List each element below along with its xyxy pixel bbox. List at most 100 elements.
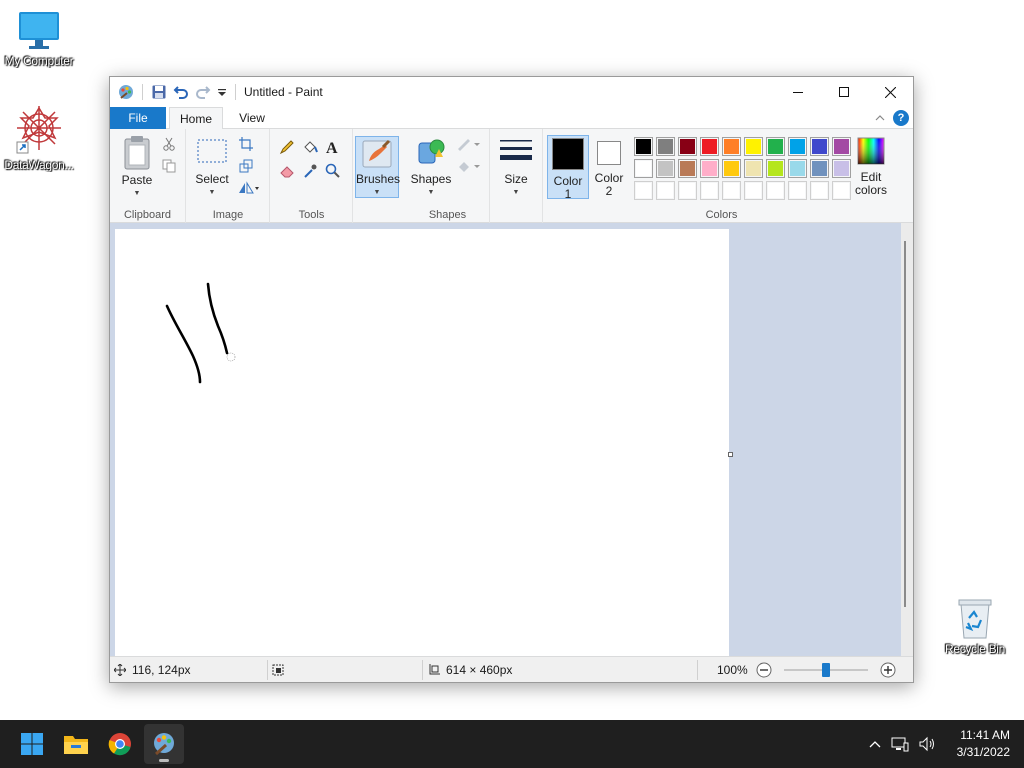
desktop-icon-my-computer[interactable]: My Computer: [1, 10, 77, 68]
palette-swatch[interactable]: [832, 181, 851, 200]
drawing-canvas[interactable]: [115, 229, 729, 657]
color2-label-b: 2: [605, 184, 613, 198]
copy-icon[interactable]: [162, 159, 176, 173]
rotate-icon[interactable]: [237, 181, 259, 195]
vertical-scrollbar[interactable]: [901, 223, 913, 657]
edit-colors-button[interactable]: Edit colors: [851, 137, 891, 197]
palette-swatch[interactable]: [656, 159, 675, 178]
minimize-button[interactable]: [775, 77, 821, 107]
network-icon[interactable]: [891, 736, 909, 752]
customize-qat-icon[interactable]: [217, 84, 227, 100]
palette-swatch[interactable]: [634, 181, 653, 200]
desktop-icon-datawagon[interactable]: DataWagon...: [1, 104, 77, 172]
selection-icon: [272, 664, 284, 676]
divider: [697, 660, 698, 680]
palette-swatch[interactable]: [700, 159, 719, 178]
window-controls: [775, 77, 913, 107]
palette-swatch[interactable]: [766, 137, 785, 156]
palette-swatch-fill: [636, 183, 651, 198]
palette-swatch[interactable]: [744, 159, 763, 178]
palette-swatch[interactable]: [700, 181, 719, 200]
canvas-size: 614 × 460px: [428, 657, 512, 683]
palette-swatch[interactable]: [678, 181, 697, 200]
select-button[interactable]: Select ▼: [193, 137, 231, 199]
active-indicator: [159, 759, 169, 762]
fill-bucket-icon[interactable]: [302, 139, 318, 155]
color1-swatch: [552, 138, 584, 170]
close-button[interactable]: [867, 77, 913, 107]
quick-access-toolbar: [110, 77, 238, 107]
zoom-slider-thumb[interactable]: [821, 663, 830, 677]
palette-swatch[interactable]: [788, 181, 807, 200]
clock[interactable]: 11:41 AM 3/31/2022: [957, 727, 1010, 761]
cut-icon[interactable]: [162, 137, 176, 151]
save-icon[interactable]: [151, 84, 167, 100]
zoom-out-icon[interactable]: [756, 662, 772, 678]
palette-swatch[interactable]: [832, 159, 851, 178]
monitor-icon: [19, 12, 59, 49]
tab-file[interactable]: File: [110, 107, 166, 129]
fill-icon[interactable]: [456, 159, 482, 173]
zoom-slider[interactable]: [783, 662, 868, 678]
palette-swatch-fill: [636, 161, 651, 176]
palette-swatch[interactable]: [678, 159, 697, 178]
canvas-resize-handle-right[interactable]: [728, 452, 733, 457]
scrollbar-thumb[interactable]: [904, 241, 906, 607]
taskbar-file-explorer[interactable]: [56, 724, 96, 764]
maximize-button[interactable]: [821, 77, 867, 107]
help-button[interactable]: ?: [893, 110, 909, 126]
tab-view[interactable]: View: [228, 107, 276, 129]
text-tool-icon[interactable]: A: [325, 139, 341, 155]
palette-swatch[interactable]: [634, 159, 653, 178]
desktop-icon-recycle-bin[interactable]: Recycle Bin: [937, 596, 1013, 656]
palette-swatch-fill: [702, 139, 717, 154]
resize-icon[interactable]: [239, 159, 253, 173]
palette-swatch[interactable]: [810, 159, 829, 178]
color1-button[interactable]: Color 1: [547, 135, 589, 201]
shapes-button[interactable]: Shapes ▼: [410, 137, 452, 199]
taskbar-paint[interactable]: [144, 724, 184, 764]
size-button[interactable]: Size ▼: [497, 137, 535, 199]
undo-icon[interactable]: [173, 84, 189, 100]
palette-swatch[interactable]: [744, 181, 763, 200]
redo-icon[interactable]: [195, 84, 211, 100]
palette-swatch[interactable]: [788, 137, 807, 156]
tab-home[interactable]: Home: [169, 107, 223, 130]
color2-button[interactable]: Color 2: [593, 137, 625, 198]
paste-button[interactable]: Paste ▼: [118, 135, 156, 200]
chevron-up-icon[interactable]: [875, 114, 885, 122]
shapes-icon: [418, 139, 445, 164]
palette-swatch[interactable]: [766, 159, 785, 178]
outline-icon[interactable]: [456, 137, 482, 151]
palette-swatch[interactable]: [678, 137, 697, 156]
palette-swatch[interactable]: [634, 137, 653, 156]
palette-swatch[interactable]: [722, 159, 741, 178]
selection-size: [272, 657, 284, 683]
chevron-up-icon[interactable]: [869, 739, 881, 749]
zoom-in-icon[interactable]: [880, 662, 896, 678]
pencil-icon[interactable]: [279, 139, 295, 155]
palette-swatch[interactable]: [722, 181, 741, 200]
palette-swatch-fill: [790, 183, 805, 198]
palette-swatch[interactable]: [700, 137, 719, 156]
palette-swatch[interactable]: [788, 159, 807, 178]
chrome-icon: [108, 733, 131, 756]
palette-swatch[interactable]: [722, 137, 741, 156]
palette-swatch[interactable]: [744, 137, 763, 156]
palette-swatch[interactable]: [656, 137, 675, 156]
magnifier-icon[interactable]: [325, 163, 341, 179]
start-button[interactable]: [12, 724, 52, 764]
palette-swatch[interactable]: [810, 137, 829, 156]
paint-app-icon: [154, 733, 174, 756]
taskbar-chrome[interactable]: [100, 724, 140, 764]
palette-swatch[interactable]: [766, 181, 785, 200]
palette-swatch[interactable]: [832, 137, 851, 156]
palette-swatch[interactable]: [656, 181, 675, 200]
dropdown-caret-icon: ▼: [373, 189, 381, 196]
volume-icon[interactable]: [919, 736, 937, 752]
palette-swatch[interactable]: [810, 181, 829, 200]
crop-icon[interactable]: [239, 137, 253, 151]
color-picker-icon[interactable]: [302, 163, 318, 179]
eraser-icon[interactable]: [279, 163, 295, 179]
brushes-button[interactable]: Brushes ▼: [355, 136, 400, 198]
